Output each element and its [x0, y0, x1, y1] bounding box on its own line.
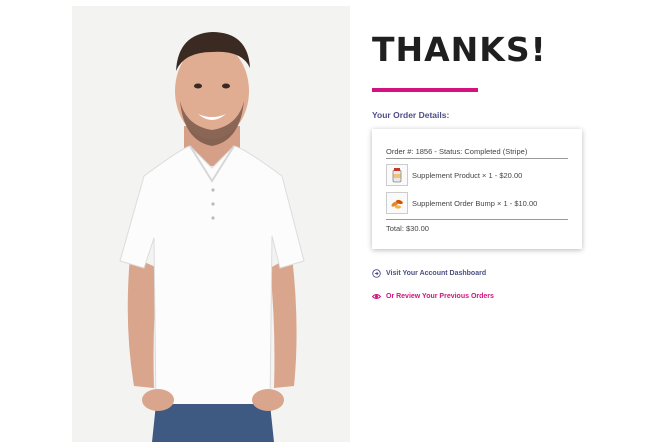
previous-orders-link[interactable]: Or Review Your Previous Orders — [371, 292, 494, 301]
list-item: Supplement Order Bump × 1 - $10.00 — [386, 192, 537, 214]
order-status: Order #: 1856 - Status: Completed (Strip… — [386, 147, 528, 156]
eye-icon — [371, 292, 382, 301]
list-item: Supplement Product × 1 - $20.00 — [386, 164, 522, 186]
smiling-man-photo — [72, 6, 350, 442]
title-underline — [372, 88, 478, 92]
order-total: Total: $30.00 — [386, 224, 429, 233]
thank-you-panel: THANKS! Your Order Details: Order #: 185… — [371, 0, 632, 442]
hero-photo — [72, 6, 350, 442]
link-label: Visit Your Account Dashboard — [386, 270, 487, 277]
order-summary-card: Order #: 1856 - Status: Completed (Strip… — [372, 129, 582, 249]
divider — [386, 219, 568, 220]
order-details-heading: Your Order Details: — [372, 110, 450, 120]
account-dashboard-link[interactable]: Visit Your Account Dashboard — [372, 269, 486, 278]
supplement-capsules-icon — [386, 192, 408, 214]
link-label: Or Review Your Previous Orders — [386, 293, 494, 300]
arrow-circle-icon — [372, 269, 381, 278]
supplement-bottle-icon — [386, 164, 408, 186]
divider — [386, 158, 568, 159]
item-label: Supplement Order Bump × 1 - $10.00 — [412, 198, 538, 208]
item-label: Supplement Product × 1 - $20.00 — [412, 170, 523, 180]
page-title: THANKS! — [372, 30, 547, 69]
